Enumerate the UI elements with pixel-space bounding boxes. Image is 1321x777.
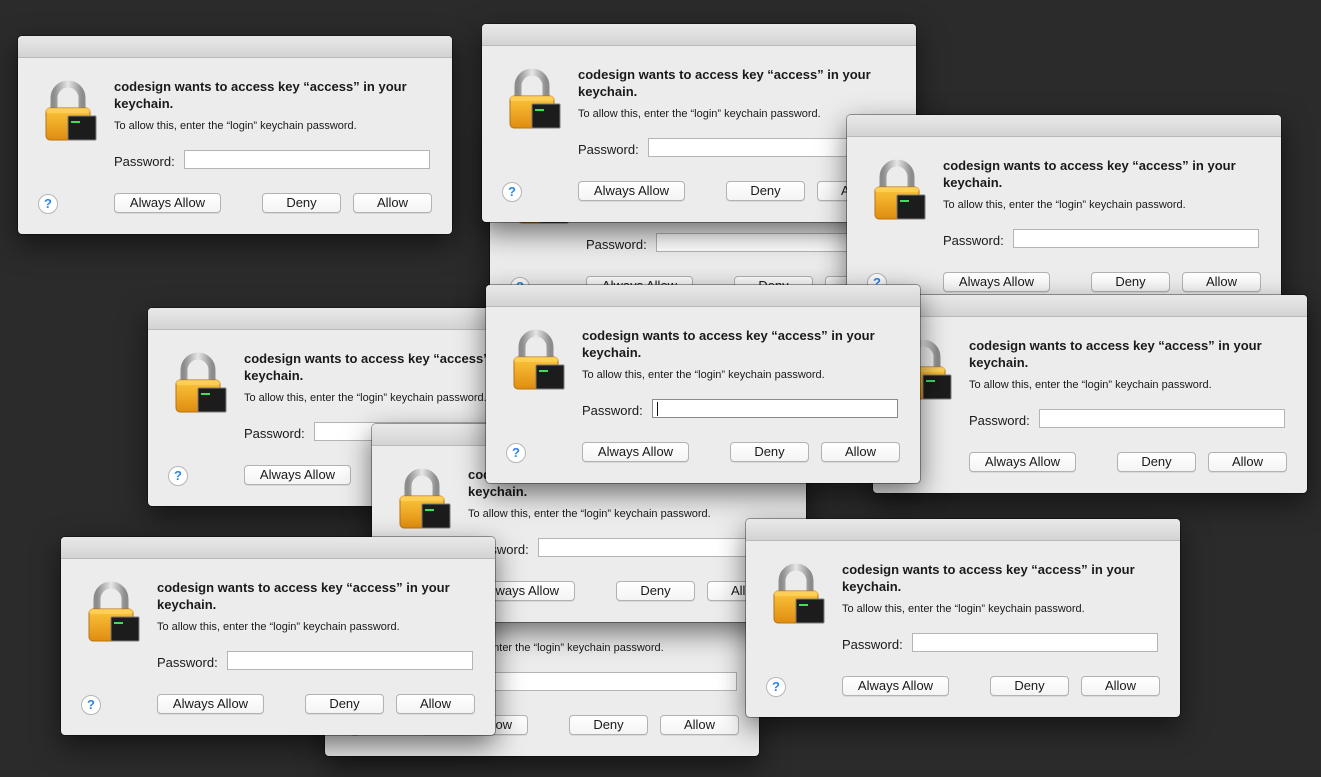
password-field[interactable]: [227, 651, 473, 670]
deny-button[interactable]: Deny: [569, 715, 648, 735]
lock-icon: [772, 561, 828, 625]
allow-button[interactable]: Allow: [1208, 452, 1287, 472]
allow-button[interactable]: Allow: [1081, 676, 1160, 696]
help-button[interactable]: ?: [81, 695, 101, 715]
dialog-titlebar[interactable]: [746, 519, 1180, 541]
password-field[interactable]: [912, 633, 1158, 652]
dialog-title: codesign wants to access key “access” in…: [969, 338, 1262, 370]
dialog-titlebar[interactable]: [486, 285, 920, 307]
deny-button[interactable]: Deny: [616, 581, 695, 601]
always-allow-button[interactable]: Always Allow: [114, 193, 221, 213]
password-field[interactable]: [1039, 409, 1285, 428]
dialog-title: codesign wants to access key “access” in…: [943, 158, 1236, 190]
deny-button[interactable]: Deny: [305, 694, 384, 714]
password-label: Password:: [578, 142, 639, 157]
deny-button[interactable]: Deny: [262, 193, 341, 213]
always-allow-button[interactable]: Always Allow: [578, 181, 685, 201]
dialog-message: To allow this, enter the “login” keychai…: [468, 508, 711, 520]
dialog-title: codesign wants to access key “access” in…: [114, 79, 407, 111]
dialog-titlebar[interactable]: [847, 115, 1281, 137]
help-button[interactable]: ?: [38, 194, 58, 214]
keychain-access-dialog: codesign wants to access key “access” in…: [873, 295, 1307, 493]
deny-button[interactable]: Deny: [1091, 272, 1170, 292]
always-allow-button[interactable]: Always Allow: [943, 272, 1050, 292]
password-field[interactable]: [491, 672, 737, 691]
lock-icon: [87, 579, 143, 643]
always-allow-button[interactable]: Always Allow: [969, 452, 1076, 472]
dialog-title: codesign wants to access key “access” in…: [578, 67, 871, 99]
deny-button[interactable]: Deny: [726, 181, 805, 201]
lock-icon: [174, 350, 230, 414]
keychain-access-dialog: codesign wants to access key “access” in…: [486, 285, 920, 483]
keychain-access-dialog: codesign wants to access key “access” in…: [61, 537, 495, 735]
dialog-titlebar[interactable]: [61, 537, 495, 559]
password-field[interactable]: [652, 399, 898, 418]
always-allow-button[interactable]: Always Allow: [244, 465, 351, 485]
lock-icon: [44, 78, 100, 142]
dialog-message: To allow this, enter the “login” keychai…: [157, 621, 400, 633]
always-allow-button[interactable]: Always Allow: [842, 676, 949, 696]
password-label: Password:: [586, 237, 647, 252]
password-field[interactable]: [1013, 229, 1259, 248]
lock-icon: [398, 466, 454, 530]
keychain-access-dialog: codesign wants to access key “access” in…: [847, 115, 1281, 313]
lock-icon: [508, 66, 564, 130]
dialog-titlebar[interactable]: [873, 295, 1307, 317]
password-label: Password:: [969, 413, 1030, 428]
deny-button[interactable]: Deny: [990, 676, 1069, 696]
allow-button[interactable]: Allow: [353, 193, 432, 213]
allow-button[interactable]: Allow: [660, 715, 739, 735]
dialog-message: To allow this, enter the “login” keychai…: [969, 379, 1212, 391]
dialog-title: codesign wants to access key “access” in…: [157, 580, 450, 612]
help-button[interactable]: ?: [502, 182, 522, 202]
password-label: Password:: [157, 655, 218, 670]
dialog-title: codesign wants to access key “access” in…: [582, 328, 875, 360]
dialog-message: To allow this, enter the “login” keychai…: [943, 199, 1186, 211]
allow-button[interactable]: Allow: [821, 442, 900, 462]
lock-icon: [873, 157, 929, 221]
password-field[interactable]: [184, 150, 430, 169]
help-button[interactable]: ?: [168, 466, 188, 486]
deny-button[interactable]: Deny: [1117, 452, 1196, 472]
password-label: Password:: [114, 154, 175, 169]
password-label: Password:: [582, 403, 643, 418]
dialog-message: To allow this, enter the “login” keychai…: [582, 369, 825, 381]
password-label: Password:: [943, 233, 1004, 248]
allow-button[interactable]: Allow: [1182, 272, 1261, 292]
keychain-access-dialog: codesign wants to access key “access” in…: [746, 519, 1180, 717]
dialog-titlebar[interactable]: [482, 24, 916, 46]
help-button[interactable]: ?: [506, 443, 526, 463]
dialog-message: To allow this, enter the “login” keychai…: [842, 603, 1085, 615]
always-allow-button[interactable]: Always Allow: [582, 442, 689, 462]
lock-icon: [512, 327, 568, 391]
dialog-message: To allow this, enter the “login” keychai…: [114, 120, 357, 132]
text-caret: [657, 402, 658, 416]
dialog-title: codesign wants to access key “access” in…: [842, 562, 1135, 594]
allow-button[interactable]: Allow: [396, 694, 475, 714]
password-label: Password:: [842, 637, 903, 652]
keychain-access-dialog: codesign wants to access key “access” in…: [18, 36, 452, 234]
password-label: Password:: [244, 426, 305, 441]
dialog-titlebar[interactable]: [18, 36, 452, 58]
always-allow-button[interactable]: Always Allow: [157, 694, 264, 714]
help-button[interactable]: ?: [766, 677, 786, 697]
deny-button[interactable]: Deny: [730, 442, 809, 462]
